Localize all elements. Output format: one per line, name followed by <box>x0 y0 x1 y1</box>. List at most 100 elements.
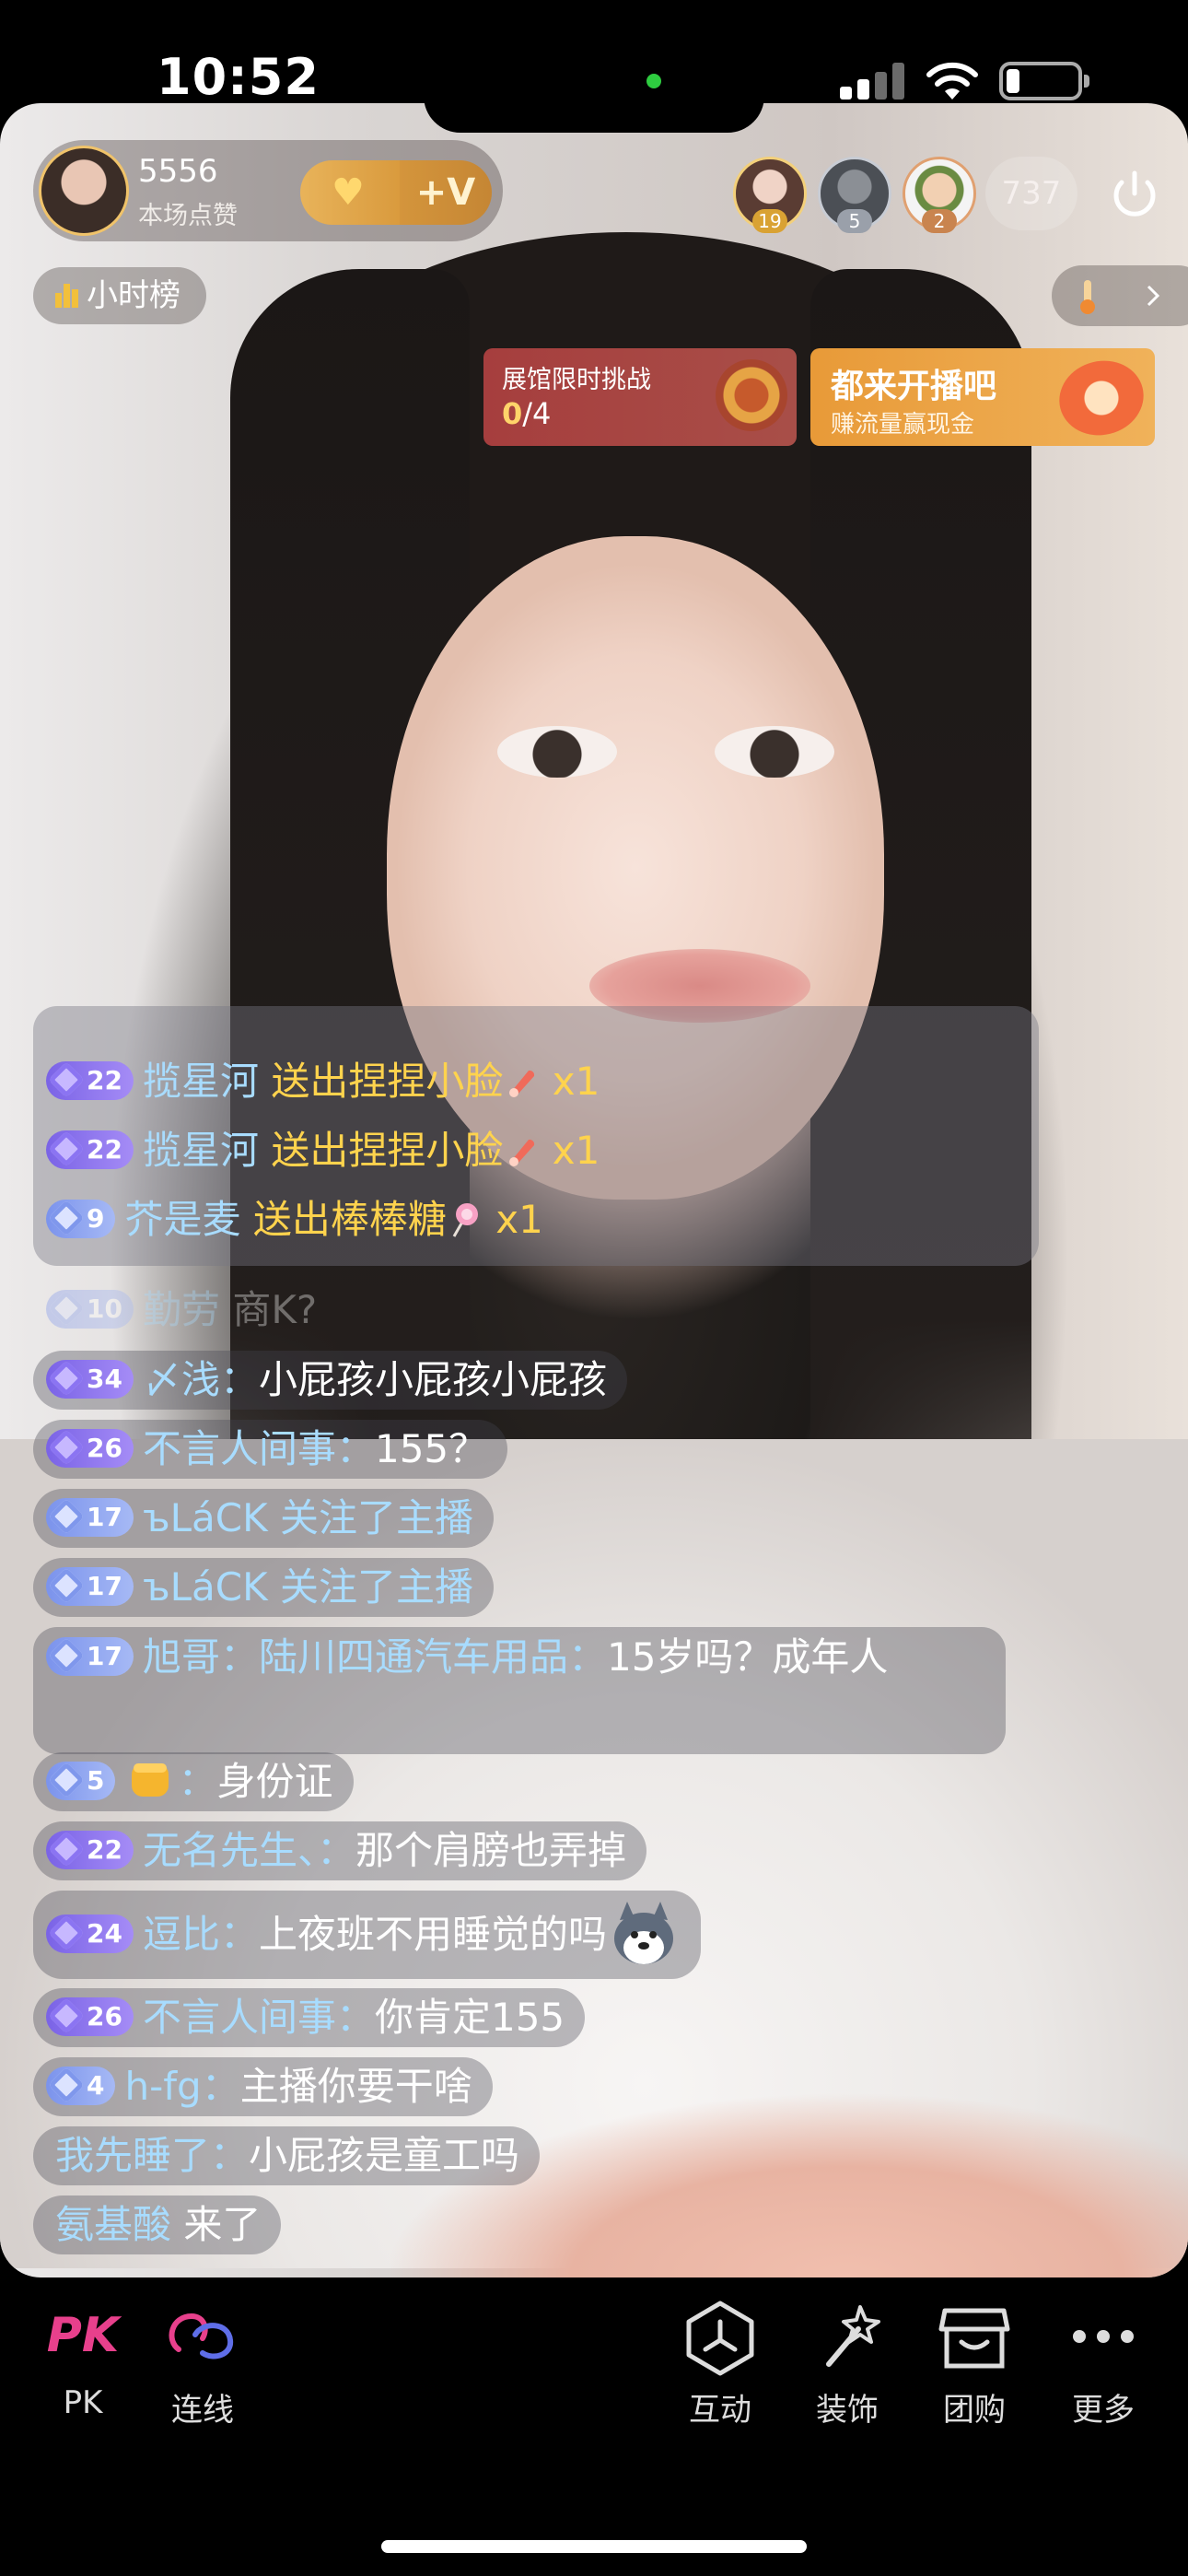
top-viewer-avatar-2[interactable]: 5 <box>818 157 891 233</box>
cellular-signal-icon <box>840 63 906 100</box>
chat-username: 我先睡了： <box>55 2133 250 2178</box>
chat-message[interactable]: 4 h-fg：主播你要干啥 <box>33 2057 493 2116</box>
chat-message[interactable]: 17 旭哥：陆川四通汽车用品：15岁吗？成年人 <box>33 1627 1006 1754</box>
user-level-badge: 22 <box>46 1130 134 1169</box>
interact-button[interactable]: 互动 <box>665 2294 775 2430</box>
challenge-progress: 0/4 <box>502 396 551 431</box>
stream-eye-left <box>497 726 617 778</box>
gift-message[interactable]: 22 揽星河 送出捏捏小脸 x1 <box>33 1052 620 1111</box>
pk-icon: PK <box>47 2308 122 2363</box>
user-level-badge: 17 <box>46 1637 134 1676</box>
start-streaming-promo-card[interactable]: 都来开播吧 赚流量赢现金 <box>810 348 1155 446</box>
gift-message[interactable]: 9 芥是麦 送出棒棒糖 x1 <box>33 1190 564 1249</box>
gift-action: 送出棒棒糖 <box>252 1197 447 1242</box>
chat-text: 15岁吗？成年人 <box>606 1634 889 1680</box>
popularity-temperature-pill[interactable] <box>1052 265 1188 326</box>
host-like-label: 本场点赞 <box>138 202 238 230</box>
chat-message[interactable]: 氨基酸 来了 <box>33 2195 282 2254</box>
magic-wand-icon <box>826 2305 880 2367</box>
chat-username: ъLáCK <box>142 1564 268 1610</box>
viewer-count[interactable]: 737 <box>985 157 1077 230</box>
connect-label: 连线 <box>171 2392 234 2429</box>
promo-title: 都来开播吧 <box>831 368 997 405</box>
svg-text:PK: PK <box>47 2308 122 2363</box>
chat-message[interactable]: 17 ъLáCK 关注了主播 <box>33 1489 495 1548</box>
chat-message[interactable]: 17 ъLáCK 关注了主播 <box>33 1558 495 1617</box>
chat-text: 那个肩膀也弄掉 <box>355 1828 626 1873</box>
host-like-count: 5556 <box>138 153 218 190</box>
home-indicator[interactable] <box>381 2540 807 2553</box>
hourly-rank-button[interactable]: 小时榜 <box>33 267 206 324</box>
chat-username: 无名先生、： <box>142 1828 355 1873</box>
user-level-badge: 26 <box>46 1429 134 1468</box>
heart-icon: ♥ <box>332 171 365 214</box>
pinch-face-gift-icon <box>509 1070 535 1097</box>
chat-text: 小屁孩小屁孩小屁孩 <box>258 1357 607 1402</box>
chat-text: 商K? <box>232 1287 318 1332</box>
connect-button[interactable]: 连线 <box>147 2294 258 2430</box>
chat-username: 不言人间事： <box>142 1995 375 2040</box>
challenge-progress-total: /4 <box>522 396 552 431</box>
stream-blanket <box>387 2093 1188 2277</box>
battery-icon <box>999 62 1089 100</box>
decorate-button[interactable]: 装饰 <box>792 2294 903 2430</box>
top-viewer-avatar-3[interactable]: 2 <box>903 157 976 233</box>
user-level-badge: 22 <box>46 1831 134 1869</box>
viewer-rank-badge: 5 <box>837 209 872 233</box>
husky-emoji-icon <box>614 1902 673 1964</box>
status-time: 10:52 <box>157 48 320 106</box>
pk-button[interactable]: PK PK <box>28 2294 138 2421</box>
exhibition-challenge-card[interactable]: 展馆限时挑战 0/4 <box>483 348 797 446</box>
user-level-badge: 22 <box>46 1061 134 1100</box>
chat-text: 上夜班不用睡觉的吗 <box>258 1912 607 1957</box>
user-level-badge: 17 <box>46 1498 134 1537</box>
gift-message[interactable]: 22 揽星河 送出捏捏小脸 x1 <box>33 1121 620 1180</box>
chat-username: h-fg： <box>124 2064 240 2109</box>
chat-message[interactable]: 10 勤劳 商K? <box>33 1281 337 1340</box>
user-level-badge: 34 <box>46 1360 134 1399</box>
chat-message[interactable]: 26 不言人间事：你肯定155 <box>33 1988 586 2047</box>
gift-sender: 芥是麦 <box>124 1197 241 1242</box>
chat-message[interactable]: 26 不言人间事：155？ <box>33 1420 508 1479</box>
more-dots-icon <box>1073 2330 1134 2343</box>
chat-message[interactable]: 22 无名先生、：那个肩膀也弄掉 <box>33 1821 646 1880</box>
host-info-pill[interactable]: 5556 本场点赞 ♥ +V <box>33 140 503 241</box>
chat-text: 关注了主播 <box>280 1495 474 1540</box>
stream-eye-right <box>715 726 834 778</box>
gift-sender: 揽星河 <box>142 1128 259 1173</box>
gift-action: 送出捏捏小脸 <box>271 1128 504 1173</box>
chat-username: 旭哥：陆川四通汽车用品： <box>142 1634 607 1680</box>
chat-message[interactable]: 5 ：身份证 <box>33 1752 354 1811</box>
group-buy-button[interactable]: 团购 <box>919 2294 1030 2430</box>
chat-text: 主播你要干啥 <box>239 2064 472 2109</box>
chat-message[interactable]: 34 〆浅：小屁孩小屁孩小屁孩 <box>33 1351 627 1410</box>
challenge-medal-icon <box>716 359 787 431</box>
like-button[interactable]: ♥ <box>300 160 402 225</box>
more-label: 更多 <box>1072 2392 1135 2429</box>
rank-bars-icon <box>55 284 78 308</box>
thermometer-icon <box>1080 280 1095 314</box>
gift-count: x1 <box>552 1059 600 1104</box>
group-buy-label: 团购 <box>943 2392 1006 2429</box>
user-level-badge: 5 <box>46 1762 116 1800</box>
chat-username: ： <box>178 1759 217 1804</box>
challenge-title: 展馆限时挑战 <box>502 366 651 394</box>
top-viewer-avatar-1[interactable]: 19 <box>733 157 807 233</box>
close-stream-power-icon[interactable] <box>1098 157 1171 230</box>
challenge-progress-current: 0 <box>502 396 523 431</box>
chat-message[interactable]: 24 逗比：上夜班不用睡觉的吗 <box>33 1891 701 1979</box>
wifi-icon <box>926 62 978 100</box>
chat-text: 你肯定155 <box>374 1995 565 2040</box>
chat-text: 小屁孩是童工吗 <box>249 2133 520 2178</box>
interact-label: 互动 <box>689 2392 751 2429</box>
chat-message[interactable]: 我先睡了：小屁孩是童工吗 <box>33 2126 541 2185</box>
connect-icon <box>169 2313 234 2359</box>
chat-username: 勤劳 <box>142 1287 220 1332</box>
follow-button[interactable]: +V <box>400 160 492 225</box>
viewer-rank-badge: 2 <box>922 209 957 233</box>
chat-username: 氨基酸 <box>55 2202 172 2247</box>
more-button[interactable]: 更多 <box>1048 2294 1159 2430</box>
status-bar: 10:52 <box>0 0 1188 111</box>
host-avatar[interactable] <box>39 146 129 236</box>
chevron-right-icon <box>1147 285 1160 307</box>
